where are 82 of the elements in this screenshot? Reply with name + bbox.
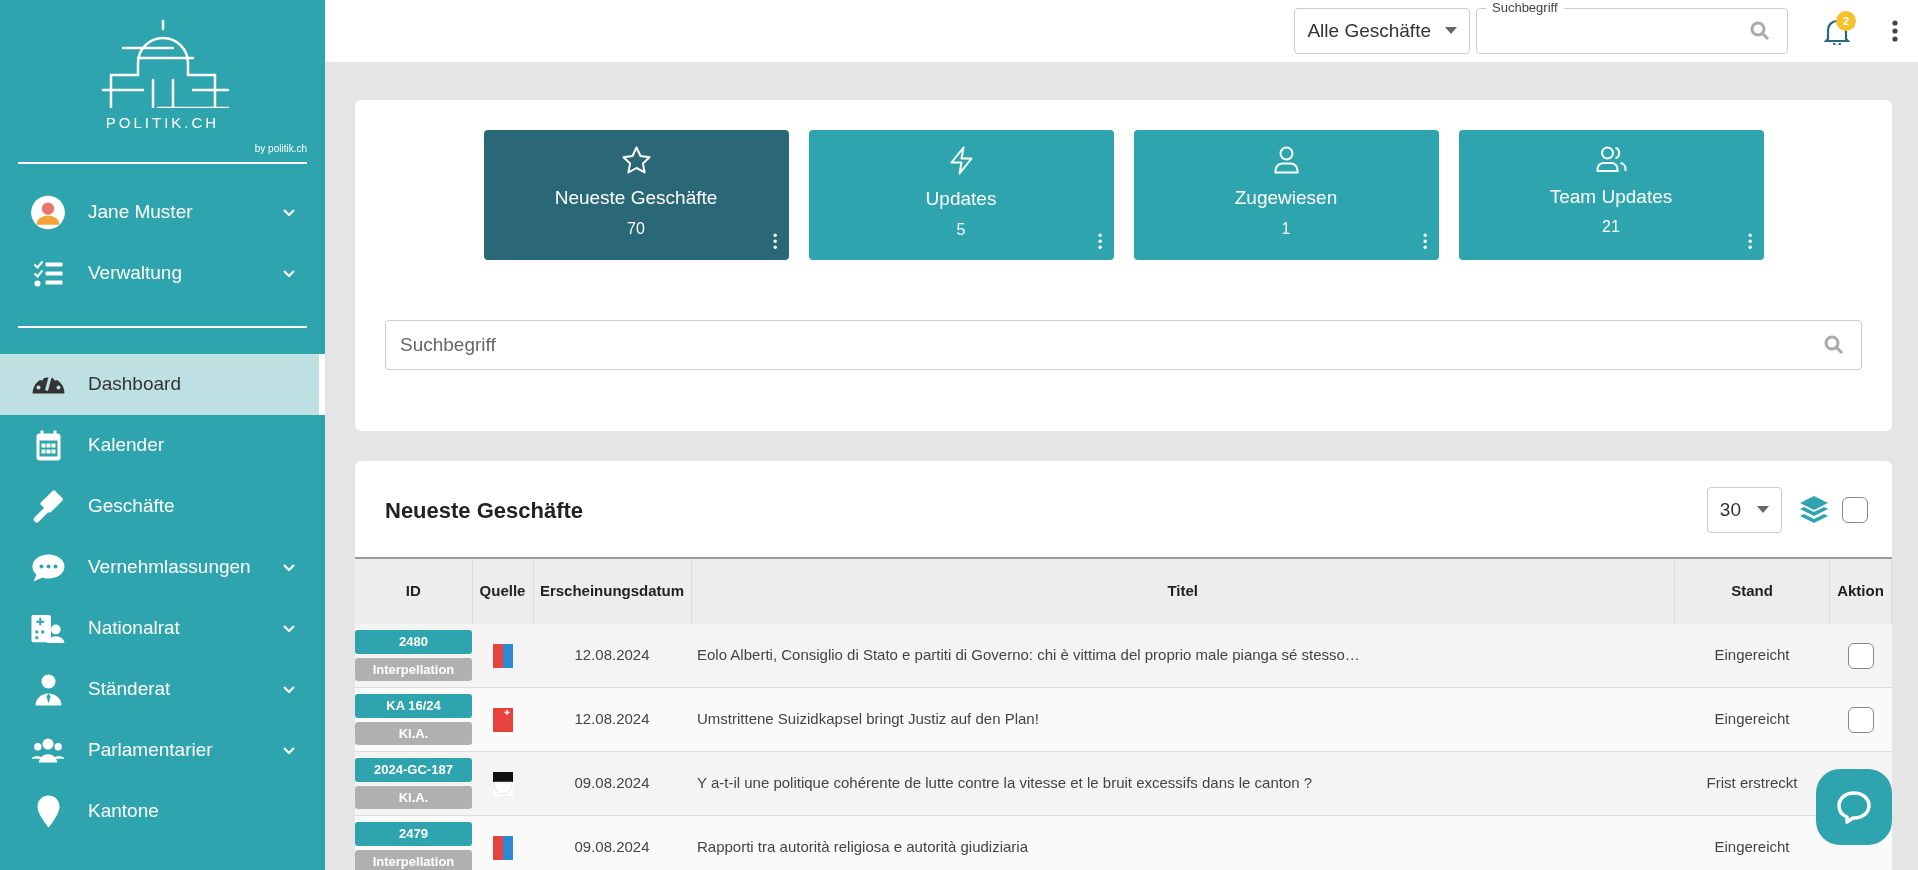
sidebar-item[interactable]: Dashboard bbox=[0, 354, 325, 415]
date-text: 12.08.2024 bbox=[574, 710, 650, 728]
type-badge: Interpellation bbox=[355, 849, 472, 870]
sidebar-item[interactable]: Geschäfte bbox=[0, 476, 325, 537]
search-icon[interactable] bbox=[1750, 21, 1770, 41]
row-checkbox[interactable] bbox=[1847, 642, 1874, 669]
search-field[interactable]: Suchbegriff bbox=[385, 320, 1862, 370]
id-badge: 2480 bbox=[355, 630, 472, 654]
select-all-checkbox[interactable] bbox=[1842, 497, 1868, 523]
tile-label: Updates bbox=[925, 187, 997, 211]
gauge-icon bbox=[30, 374, 66, 395]
people-icon bbox=[1595, 146, 1627, 173]
star-icon bbox=[621, 146, 651, 174]
building-person-icon bbox=[30, 612, 66, 645]
tile-count: 5 bbox=[956, 219, 966, 240]
column-header: Erscheinungsdatum bbox=[533, 559, 691, 624]
page-size-dropdown[interactable]: 30 bbox=[1706, 487, 1782, 533]
id-badge: 2479 bbox=[355, 822, 472, 846]
person-icon bbox=[1273, 146, 1299, 174]
row-checkbox[interactable] bbox=[1847, 706, 1874, 733]
date-text: 12.08.2024 bbox=[574, 646, 650, 664]
type-badge: Interpellation bbox=[355, 657, 472, 681]
status-text: Eingereicht bbox=[1714, 838, 1790, 856]
caret-down-icon bbox=[1445, 27, 1457, 35]
map-pin-icon bbox=[35, 794, 61, 829]
sidebar-item[interactable]: Nationalrat bbox=[0, 598, 325, 659]
stat-tile[interactable]: Zugewiesen 1 bbox=[1133, 130, 1439, 260]
logo-text: POLITIK.CH bbox=[105, 113, 220, 133]
id-badge: KA 16/24 bbox=[355, 694, 472, 718]
user-name: Jane Muster bbox=[88, 200, 193, 225]
date-text: 09.08.2024 bbox=[574, 774, 650, 792]
layers-icon[interactable] bbox=[1798, 494, 1830, 526]
sidebar-item[interactable]: Kantone bbox=[0, 781, 325, 842]
byline: by politik.ch bbox=[254, 141, 307, 156]
sidebar-item[interactable]: Ständerat bbox=[0, 659, 325, 720]
more-vertical-icon[interactable] bbox=[1892, 20, 1898, 42]
chat-button[interactable] bbox=[1816, 769, 1892, 845]
tile-label: Zugewiesen bbox=[1234, 186, 1338, 210]
more-vertical-icon[interactable] bbox=[772, 231, 779, 250]
stat-tile[interactable]: Neueste Geschäfte 70 bbox=[483, 130, 789, 260]
status-text: Frist erstreckt bbox=[1706, 774, 1798, 792]
bell-icon[interactable] bbox=[1824, 17, 1850, 45]
lightning-icon bbox=[949, 146, 973, 175]
user-menu[interactable]: Jane Muster bbox=[0, 182, 325, 243]
date-text: 09.08.2024 bbox=[574, 838, 650, 856]
stat-tile[interactable]: Team Updates 21 bbox=[1458, 130, 1764, 260]
calendar-icon bbox=[34, 429, 62, 462]
stat-tile[interactable]: Updates 5 bbox=[808, 130, 1114, 260]
type-badge: Kl.A. bbox=[355, 721, 472, 745]
filter-dropdown[interactable]: Alle Geschäfte bbox=[1294, 8, 1470, 54]
column-header: Quelle bbox=[472, 559, 533, 624]
search-icon[interactable] bbox=[1824, 335, 1844, 355]
caret-down-icon bbox=[1757, 506, 1769, 514]
status-text: Eingereicht bbox=[1714, 646, 1790, 664]
tile-label: Team Updates bbox=[1549, 184, 1673, 209]
table-title: Neueste Geschäfte bbox=[385, 496, 584, 525]
tile-label: Neueste Geschäfte bbox=[554, 186, 718, 210]
column-header: Titel bbox=[691, 559, 1675, 624]
tile-count: 1 bbox=[1281, 218, 1291, 239]
column-header: Stand bbox=[1674, 559, 1830, 624]
column-header: Aktion bbox=[1829, 559, 1892, 624]
sidebar-item[interactable]: Parlamentarier bbox=[0, 720, 325, 781]
tile-count: 21 bbox=[1602, 217, 1620, 237]
person-tie-icon bbox=[33, 672, 63, 707]
id-badge: 2024-GC-187 bbox=[355, 758, 472, 782]
type-badge: Kl.A. bbox=[355, 785, 472, 809]
speech-bubble-icon bbox=[30, 552, 66, 583]
sidebar-item[interactable]: Verwaltung bbox=[0, 243, 325, 304]
sidebar-item[interactable]: Kalender bbox=[0, 415, 325, 476]
sidebar-item[interactable]: Vernehmlassungen bbox=[0, 537, 325, 598]
title-text: Y a-t-il une politique cohérente de lutte contre la vitesse et le bruit excessifs dans le canton ? bbox=[697, 774, 1313, 792]
title-text: Rapporti tra autorità religiosa e autorità giudiziaria bbox=[697, 838, 1028, 856]
status-text: Eingereicht bbox=[1714, 710, 1790, 728]
checklist-icon bbox=[32, 259, 64, 288]
field-label: Suchbegriff bbox=[1486, 0, 1564, 18]
title-text: Eolo Alberti, Consiglio di Stato e partiti di Governo: chi è vittima del proprio male pianga sé stesso… bbox=[697, 646, 1360, 664]
title-text: Umstrittene Suizidkapsel bringt Justiz auf den Plan! bbox=[697, 710, 1039, 728]
speech-bubble-icon bbox=[1836, 790, 1872, 824]
tile-count: 70 bbox=[627, 218, 645, 239]
people-group-icon bbox=[30, 736, 66, 765]
column-header: ID bbox=[355, 559, 472, 624]
notification-count: 2 bbox=[1836, 11, 1856, 31]
